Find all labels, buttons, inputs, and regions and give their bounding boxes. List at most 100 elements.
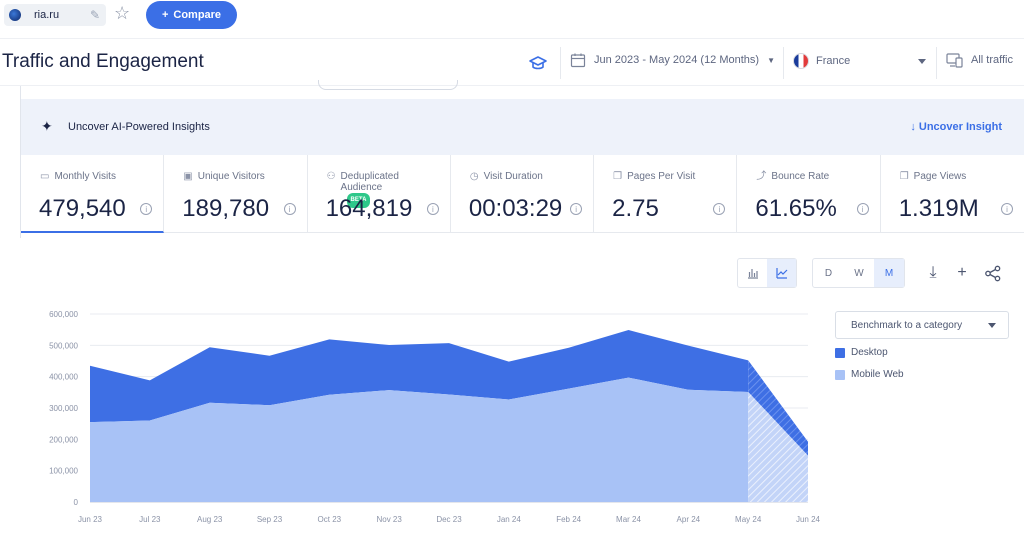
metric-value: 2.75 [612, 195, 659, 222]
download-icon[interactable]: ⤓ [924, 264, 942, 282]
metric-value: 61.65% [755, 195, 837, 222]
metric-page-views[interactable]: ❐ Page Views 1.319M i [881, 155, 1024, 233]
site-chip[interactable]: ria.ru ✎ [4, 4, 106, 26]
site-name: ria.ru [34, 9, 60, 21]
metric-label: Unique Visitors [197, 171, 265, 182]
legend-label: Mobile Web [851, 369, 904, 380]
metric-bounce-rate[interactable]: ⤴ Bounce Rate 61.65% i [737, 155, 881, 233]
legend-desktop[interactable]: Desktop [835, 347, 888, 358]
country-selector[interactable]: France [793, 53, 850, 69]
metric-monthly-visits[interactable]: ▭ Monthly Visits 479,540 i [21, 155, 165, 233]
x-tick-label: Oct 23 [318, 515, 342, 524]
y-tick-label: 300,000 [49, 404, 78, 413]
metric-label: Visit Duration [483, 171, 543, 182]
info-icon[interactable]: i [426, 203, 439, 215]
site-favicon-icon [9, 9, 21, 21]
metric-visit-duration[interactable]: ◷ Visit Duration 00:03:29 i [451, 155, 595, 233]
x-tick-label: Jun 24 [796, 515, 821, 524]
info-icon[interactable]: i [140, 203, 153, 215]
y-tick-label: 600,000 [49, 310, 78, 319]
top-bar: ria.ru ✎ ☆ + Compare [0, 0, 1024, 30]
france-flag-icon [793, 53, 809, 69]
metric-value: 1.319M [898, 195, 979, 222]
date-range-picker[interactable]: Jun 2023 - May 2024 (12 Months) ▼ [570, 52, 775, 68]
calendar-icon [570, 53, 586, 68]
metric-value: 164,819 [325, 195, 413, 222]
line-chart-icon[interactable] [767, 259, 796, 287]
graduation-cap-icon[interactable] [528, 53, 548, 73]
x-tick-label: Dec 23 [436, 515, 462, 524]
section-header: Traffic and Engagement Jun 2023 - May 20… [0, 38, 1024, 86]
y-tick-label: 200,000 [49, 435, 78, 444]
metric-label: Monthly Visits [54, 171, 116, 182]
metric-value: 00:03:29 [468, 195, 563, 222]
pencil-icon[interactable]: ✎ [90, 8, 100, 22]
granularity-week-button[interactable]: W [844, 259, 874, 287]
star-icon[interactable]: ☆ [114, 3, 130, 23]
x-tick-label: Mar 24 [616, 515, 641, 524]
legend-label: Desktop [851, 347, 888, 358]
chart-type-toggle [737, 258, 797, 288]
info-icon[interactable]: i [1000, 203, 1013, 215]
traffic-label: All traffic [971, 54, 1013, 66]
ai-insights-bar: ✦ Uncover AI-Powered Insights ↓ Uncover … [21, 99, 1024, 155]
ai-insights-label: Uncover AI-Powered Insights [68, 121, 210, 133]
metric-pages-per-visit[interactable]: ❐ Pages Per Visit 2.75 i [594, 155, 738, 233]
benchmark-dropdown[interactable]: Benchmark to a category [835, 311, 1009, 339]
y-tick-label: 100,000 [49, 467, 78, 476]
uncover-insight-link[interactable]: ↓ Uncover Insight [910, 121, 1002, 133]
caret-down-icon: ▼ [767, 55, 776, 65]
info-icon[interactable]: i [570, 203, 583, 215]
sparkles-icon: ✦ [41, 118, 53, 134]
page-views-icon: ❐ [899, 171, 909, 182]
info-icon[interactable]: i [856, 203, 869, 215]
date-range-label: Jun 2023 - May 2024 (12 Months) [594, 54, 760, 66]
compare-label: Compare [173, 9, 222, 21]
visitor-icon: ▣ [183, 171, 193, 182]
metric-label: Pages Per Visit [627, 171, 696, 182]
benchmark-label: Benchmark to a category [851, 319, 963, 331]
scroll-pill[interactable] [318, 80, 458, 90]
granularity-toggle: D W M [812, 258, 905, 288]
x-tick-label: Nov 23 [376, 515, 402, 524]
x-tick-label: Jun 23 [78, 515, 103, 524]
x-tick-label: Sep 23 [257, 515, 283, 524]
x-tick-label: Feb 24 [556, 515, 581, 524]
country-caret-icon[interactable] [918, 59, 926, 64]
metric-deduplicated-audience[interactable]: ⚇ Deduplicated AudienceBETA 164,819 i [308, 155, 451, 233]
audience-icon: ⚇ [326, 171, 336, 182]
x-tick-label: May 24 [735, 515, 762, 524]
traffic-selector[interactable]: All traffic [946, 52, 1013, 68]
metric-label: Page Views [913, 171, 967, 182]
calendar-icon: ▭ [40, 171, 50, 182]
legend-mobile-web[interactable]: Mobile Web [835, 369, 904, 380]
y-tick-label: 400,000 [49, 373, 78, 382]
granularity-day-button[interactable]: D [813, 259, 844, 287]
y-tick-label: 500,000 [49, 341, 78, 350]
info-icon[interactable]: i [713, 203, 726, 215]
add-icon[interactable]: + [953, 264, 971, 282]
compare-button[interactable]: + Compare [146, 1, 237, 29]
metric-value: 479,540 [39, 195, 126, 222]
metric-label: Bounce Rate [771, 171, 830, 182]
caret-down-icon [988, 323, 996, 328]
granularity-month-button[interactable]: M [874, 259, 904, 287]
bar-chart-icon[interactable] [738, 259, 767, 287]
plus-icon: + [161, 9, 169, 21]
metrics-row: ▭ Monthly Visits 479,540 i ▣ Unique Visito… [21, 155, 1024, 233]
info-icon[interactable]: i [283, 203, 296, 215]
x-tick-label: Apr 24 [677, 515, 701, 524]
page-title: Traffic and Engagement [2, 51, 204, 72]
traffic-area-chart: 0 100,000 200,000 300,000 400,000 500,000 600,… [49, 310, 821, 524]
metric-unique-visitors[interactable]: ▣ Unique Visitors 189,780 i [164, 155, 308, 233]
clock-icon: ◷ [469, 171, 479, 182]
uncover-insight-label: Uncover Insight [918, 121, 1002, 133]
share-icon[interactable] [984, 265, 1002, 282]
checkbox-checked-icon[interactable] [835, 369, 845, 380]
bounce-icon: ⤴ [756, 171, 767, 182]
country-label: France [816, 55, 851, 67]
checkbox-checked-icon[interactable] [835, 347, 845, 358]
x-tick-label: Aug 23 [197, 515, 223, 524]
devices-icon [946, 53, 963, 68]
pages-icon: ❐ [613, 171, 623, 182]
